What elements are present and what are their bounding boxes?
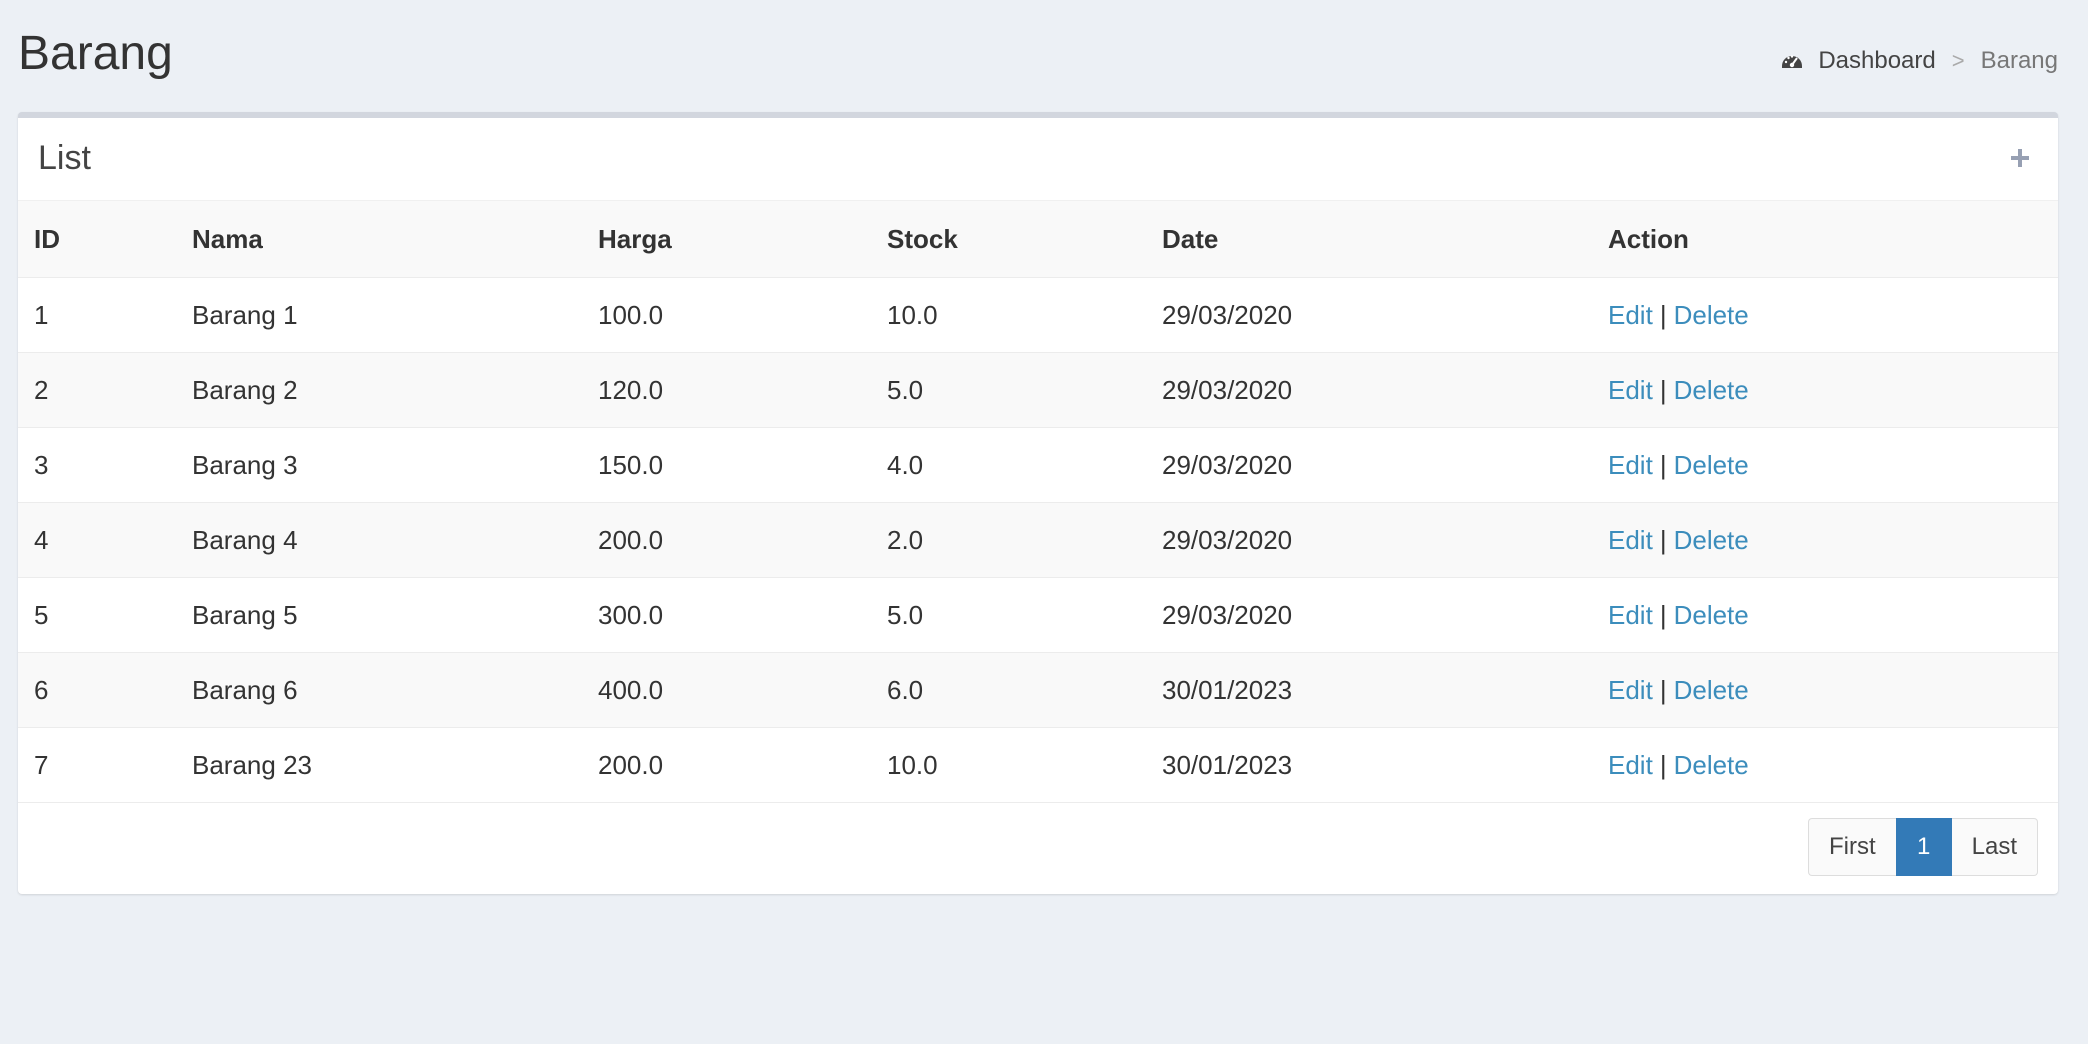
plus-icon [2011, 149, 2029, 167]
cell-id: 5 [18, 577, 176, 653]
table-row: 5 Barang 5 300.0 5.0 29/03/2020 Edit | Delete [18, 577, 2058, 653]
cell-date: 30/01/2023 [1146, 727, 1592, 803]
cell-nama: Barang 23 [176, 727, 582, 803]
action-separator: | [1659, 524, 1667, 555]
cell-action: Edit | Delete [1592, 502, 2058, 578]
edit-link[interactable]: Edit [1608, 300, 1653, 330]
cell-date: 29/03/2020 [1146, 502, 1592, 578]
table-header-row: ID Nama Harga Stock Date Action [18, 201, 2058, 278]
pagination-first-button[interactable]: First [1807, 818, 1896, 876]
cell-action: Edit | Delete [1592, 352, 2058, 428]
cell-harga: 400.0 [582, 652, 871, 728]
cell-harga: 200.0 [582, 727, 871, 803]
cell-stock: 5.0 [871, 352, 1146, 428]
list-box: List ID Nama Harga Stock Date Action 1 B… [18, 112, 2058, 894]
column-header-harga[interactable]: Harga [582, 201, 871, 278]
action-separator: | [1659, 674, 1667, 705]
table-row: 2 Barang 2 120.0 5.0 29/03/2020 Edit | Delete [18, 352, 2058, 428]
pagination: First 1 Last [1807, 818, 2038, 876]
cell-action: Edit | Delete [1592, 577, 2058, 653]
breadcrumb-current: Barang [1980, 47, 2058, 74]
delete-link[interactable]: Delete [1674, 525, 1749, 555]
cell-stock: 10.0 [871, 277, 1146, 353]
delete-link[interactable]: Delete [1674, 375, 1749, 405]
content-header: Barang Dashboard > Barang [18, 0, 2058, 112]
box-title: List [38, 139, 91, 177]
edit-link[interactable]: Edit [1608, 750, 1653, 780]
breadcrumb-separator: > [1951, 48, 1965, 73]
breadcrumb-dashboard-link[interactable]: Dashboard [1818, 46, 1935, 76]
table-body: 1 Barang 1 100.0 10.0 29/03/2020 Edit | Delete 2… [18, 277, 2058, 803]
cell-stock: 4.0 [871, 427, 1146, 503]
column-header-date[interactable]: Date [1146, 201, 1592, 278]
tachometer-icon[interactable] [1780, 49, 1804, 73]
column-header-action: Action [1592, 201, 2058, 278]
edit-link[interactable]: Edit [1608, 375, 1653, 405]
edit-link[interactable]: Edit [1608, 525, 1653, 555]
delete-link[interactable]: Delete [1674, 450, 1749, 480]
cell-harga: 100.0 [582, 277, 871, 353]
box-header: List [18, 118, 2058, 201]
cell-date: 29/03/2020 [1146, 427, 1592, 503]
cell-id: 4 [18, 502, 176, 578]
cell-harga: 300.0 [582, 577, 871, 653]
action-separator: | [1659, 599, 1667, 630]
action-separator: | [1659, 374, 1667, 405]
column-header-id[interactable]: ID [18, 201, 176, 278]
cell-harga: 200.0 [582, 502, 871, 578]
cell-action: Edit | Delete [1592, 727, 2058, 803]
table-row: 4 Barang 4 200.0 2.0 29/03/2020 Edit | Delete [18, 502, 2058, 578]
cell-action: Edit | Delete [1592, 277, 2058, 353]
cell-nama: Barang 5 [176, 577, 582, 653]
cell-id: 3 [18, 427, 176, 503]
cell-date: 30/01/2023 [1146, 652, 1592, 728]
cell-id: 7 [18, 727, 176, 803]
cell-stock: 5.0 [871, 577, 1146, 653]
cell-nama: Barang 1 [176, 277, 582, 353]
column-header-stock[interactable]: Stock [871, 201, 1146, 278]
cell-harga: 120.0 [582, 352, 871, 428]
edit-link[interactable]: Edit [1608, 675, 1653, 705]
cell-stock: 10.0 [871, 727, 1146, 803]
cell-id: 6 [18, 652, 176, 728]
action-separator: | [1659, 749, 1667, 780]
column-header-nama[interactable]: Nama [176, 201, 582, 278]
cell-date: 29/03/2020 [1146, 577, 1592, 653]
cell-date: 29/03/2020 [1146, 277, 1592, 353]
action-separator: | [1659, 299, 1667, 330]
cell-id: 2 [18, 352, 176, 428]
action-separator: | [1659, 449, 1667, 480]
cell-nama: Barang 4 [176, 502, 582, 578]
cell-date: 29/03/2020 [1146, 352, 1592, 428]
page-title: Barang [18, 27, 173, 80]
cell-stock: 6.0 [871, 652, 1146, 728]
table-row: 7 Barang 23 200.0 10.0 30/01/2023 Edit | Delete [18, 727, 2058, 803]
edit-link[interactable]: Edit [1608, 600, 1653, 630]
cell-action: Edit | Delete [1592, 427, 2058, 503]
cell-nama: Barang 6 [176, 652, 582, 728]
barang-table: ID Nama Harga Stock Date Action 1 Barang … [18, 201, 2058, 803]
cell-harga: 150.0 [582, 427, 871, 503]
delete-link[interactable]: Delete [1674, 600, 1749, 630]
cell-nama: Barang 2 [176, 352, 582, 428]
breadcrumb: Dashboard > Barang [1780, 46, 2058, 76]
pagination-page-button[interactable]: 1 [1895, 818, 1952, 876]
delete-link[interactable]: Delete [1674, 675, 1749, 705]
table-row: 6 Barang 6 400.0 6.0 30/01/2023 Edit | Delete [18, 652, 2058, 728]
cell-stock: 2.0 [871, 502, 1146, 578]
delete-link[interactable]: Delete [1674, 300, 1749, 330]
add-button[interactable] [2004, 142, 2036, 174]
pagination-last-button[interactable]: Last [1951, 818, 2038, 876]
cell-nama: Barang 3 [176, 427, 582, 503]
delete-link[interactable]: Delete [1674, 750, 1749, 780]
cell-action: Edit | Delete [1592, 652, 2058, 728]
table-row: 3 Barang 3 150.0 4.0 29/03/2020 Edit | Delete [18, 427, 2058, 503]
cell-id: 1 [18, 277, 176, 353]
table-row: 1 Barang 1 100.0 10.0 29/03/2020 Edit | Delete [18, 277, 2058, 353]
edit-link[interactable]: Edit [1608, 450, 1653, 480]
